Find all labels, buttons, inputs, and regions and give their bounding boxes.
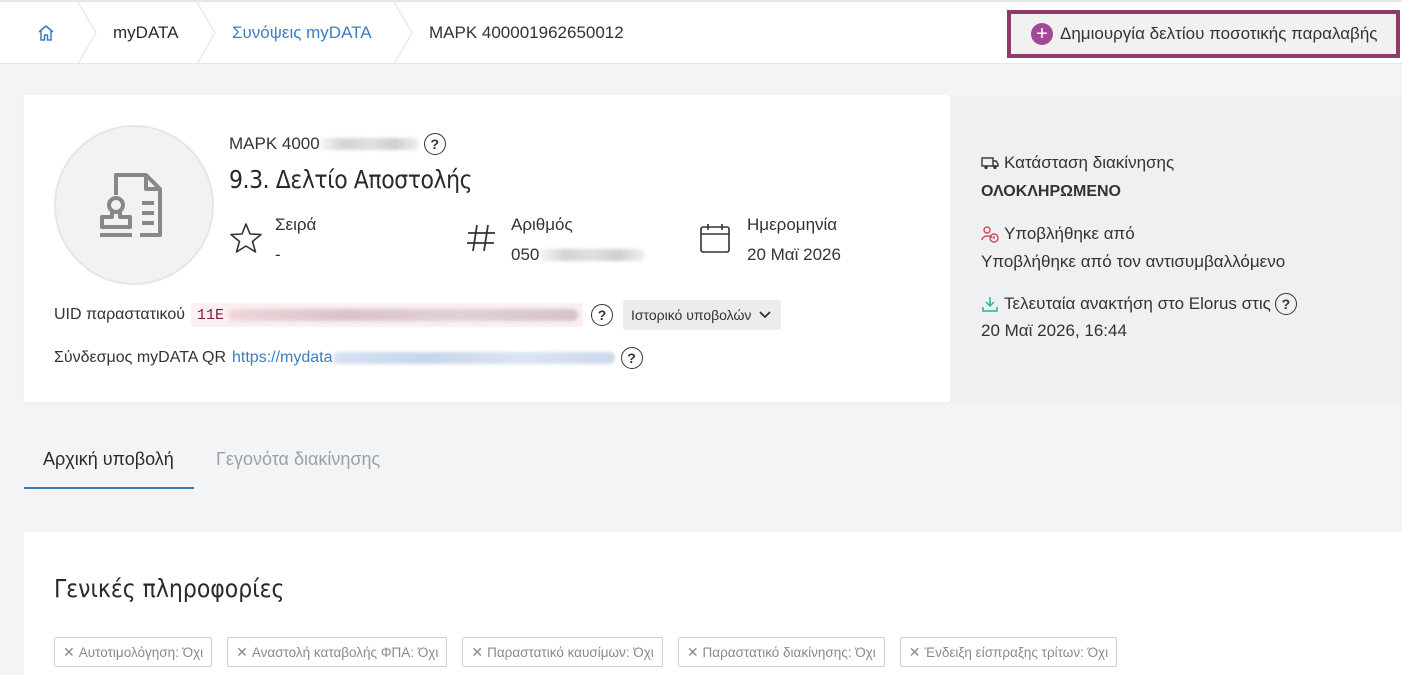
submitted-label: Υποβλήθηκε από xyxy=(1004,224,1135,243)
submitted-by: Υποβλήθηκε από Υποβλήθηκε από τον αντισυ… xyxy=(981,224,1285,272)
mark-prefix: ΜΑΡΚ 4000 xyxy=(229,134,320,153)
side-panel: Κατάσταση διακίνησης ΟΛΟΚΛΗΡΩΜΕΝΟ Υποβλή… xyxy=(950,95,1402,402)
star-icon xyxy=(230,223,262,253)
breadcrumb-separator xyxy=(393,2,413,64)
active-tab-indicator xyxy=(24,487,194,489)
redacted-uid xyxy=(227,309,578,321)
help-icon[interactable]: ? xyxy=(590,304,613,326)
tag-label: Παραστατικό καυσίμων: Όχι xyxy=(487,644,654,660)
close-icon: ✕ xyxy=(686,643,699,660)
submitted-value: Υποβλήθηκε από τον αντισυμβαλλόμενο xyxy=(981,252,1286,271)
mark-number: ΜΑΡΚ 4000 ? xyxy=(229,133,446,155)
chevron-down-icon xyxy=(759,311,772,319)
date-label: Ημερομηνία xyxy=(747,215,838,234)
series-value: - xyxy=(275,245,281,264)
uid-value[interactable]: 11E xyxy=(190,303,583,327)
qr-link[interactable]: https://mydata xyxy=(232,349,333,367)
close-icon: ✕ xyxy=(236,643,248,660)
status-label: Κατάσταση διακίνησης xyxy=(1004,153,1175,172)
qr-row: Σύνδεσμος myDATA QR https://mydata ? xyxy=(54,347,643,369)
create-receipt-label: Δημιουργία δελτίου ποσοτικής παραλαβής xyxy=(1060,24,1378,43)
general-info-title: Γενικές πληροφορίες xyxy=(54,574,285,603)
redacted-number xyxy=(539,249,646,261)
last-fetch: Τελευταία ανακτήση στο Elorus στις ? 20 … xyxy=(981,293,1297,341)
breadcrumb-separator xyxy=(196,2,216,64)
redacted-mark xyxy=(319,138,420,150)
general-info-card: Γενικές πληροφορίες ✕ Αυτοτιμολόγηση: Όχι… xyxy=(24,532,1402,675)
fetch-label: Τελευταία ανακτήση στο Elorus στις xyxy=(1004,294,1271,313)
uid-label: UID παραστατικού xyxy=(54,306,185,323)
tag-self-billing: ✕ Αυτοτιμολόγηση: Όχι xyxy=(54,637,213,667)
stamp-document-icon xyxy=(100,173,162,237)
uid-prefix: 11E xyxy=(196,306,224,324)
tag-label: Αυτοτιμολόγηση: Όχι xyxy=(78,644,204,660)
series-label: Σειρά xyxy=(275,215,317,234)
tag-transport-document: ✕ Παραστατικό διακίνησης: Όχι xyxy=(677,637,885,667)
close-icon: ✕ xyxy=(471,643,484,660)
breadcrumb: myDATA Συνόψεις myDATA ΜΑΡΚ 400001962650… xyxy=(0,0,1402,64)
transport-status: Κατάσταση διακίνησης ΟΛΟΚΛΗΡΩΜΕΝΟ xyxy=(981,153,1174,201)
calendar-icon xyxy=(700,224,730,253)
uid-row: UID παραστατικού 11E ? Ιστορικό υποβολών xyxy=(54,300,782,330)
tag-label: Αναστολή καταβολής ΦΠΑ: Όχι xyxy=(251,644,439,660)
breadcrumb-item-summaries[interactable]: Συνόψεις myDATA xyxy=(232,2,372,64)
fetch-value: 20 Μαϊ 2026, 16:44 xyxy=(981,321,1127,340)
number-value: 050 xyxy=(511,245,646,265)
create-receipt-button[interactable]: + Δημιουργία δελτίου ποσοτικής παραλαβής xyxy=(1007,10,1400,58)
truck-icon xyxy=(981,157,999,170)
tag-vat-suspension: ✕ Αναστολή καταβολής ΦΠΑ: Όχι xyxy=(227,637,448,667)
help-icon[interactable]: ? xyxy=(620,347,643,369)
breadcrumb-home[interactable] xyxy=(36,2,56,64)
tab-transport-events[interactable]: Γεγονότα διακίνησης xyxy=(216,449,380,470)
help-icon[interactable]: ? xyxy=(1274,293,1297,315)
number-prefix: 050 xyxy=(511,245,540,264)
tag-fuel-document: ✕ Παραστατικό καυσίμων: Όχι xyxy=(462,637,663,667)
qr-label: Σύνδεσμος myDATA QR xyxy=(54,349,227,366)
close-icon: ✕ xyxy=(908,643,921,660)
tab-initial-submission[interactable]: Αρχική υποβολή xyxy=(43,449,174,470)
tag-third-party-collection: ✕ Ένδειξη είσπραξης τρίτων: Όχι xyxy=(899,637,1118,667)
document-card: ΜΑΡΚ 4000 ? 9.3. Δελτίο Αποστολής Σειρά … xyxy=(24,95,950,402)
date-value: 20 Μαϊ 2026 xyxy=(747,245,841,264)
breadcrumb-item-current: ΜΑΡΚ 400001962650012 xyxy=(429,23,624,42)
number-label: Αριθμός xyxy=(511,215,573,234)
user-alert-icon xyxy=(981,226,999,243)
download-icon xyxy=(982,297,998,312)
tag-label: Ένδειξη είσπραξης τρίτων: Όχι xyxy=(924,644,1109,660)
redacted-qr-link xyxy=(332,352,615,364)
breadcrumb-separator xyxy=(77,2,97,64)
close-icon: ✕ xyxy=(63,643,75,660)
date-field: Ημερομηνία 20 Μαϊ 2026 xyxy=(747,215,841,265)
help-icon[interactable]: ? xyxy=(423,133,446,155)
status-value: ΟΛΟΚΛΗΡΩΜΕΝΟ xyxy=(981,183,1121,200)
flag-tags: ✕ Αυτοτιμολόγηση: Όχι ✕ Αναστολή καταβολής… xyxy=(54,637,1132,667)
plus-icon: + xyxy=(1031,23,1053,45)
history-button[interactable]: Ιστορικό υποβολών xyxy=(622,300,782,330)
number-field: Αριθμός 050 xyxy=(511,215,646,265)
history-button-label: Ιστορικό υποβολών xyxy=(630,307,752,323)
document-title: 9.3. Δελτίο Αποστολής xyxy=(229,165,473,194)
hash-icon xyxy=(467,224,495,252)
breadcrumb-item-mydata[interactable]: myDATA xyxy=(113,2,178,64)
home-icon xyxy=(38,25,54,41)
series-field: Σειρά - xyxy=(275,215,316,265)
tag-label: Παραστατικό διακίνησης: Όχι xyxy=(702,644,876,660)
document-avatar xyxy=(54,125,214,285)
